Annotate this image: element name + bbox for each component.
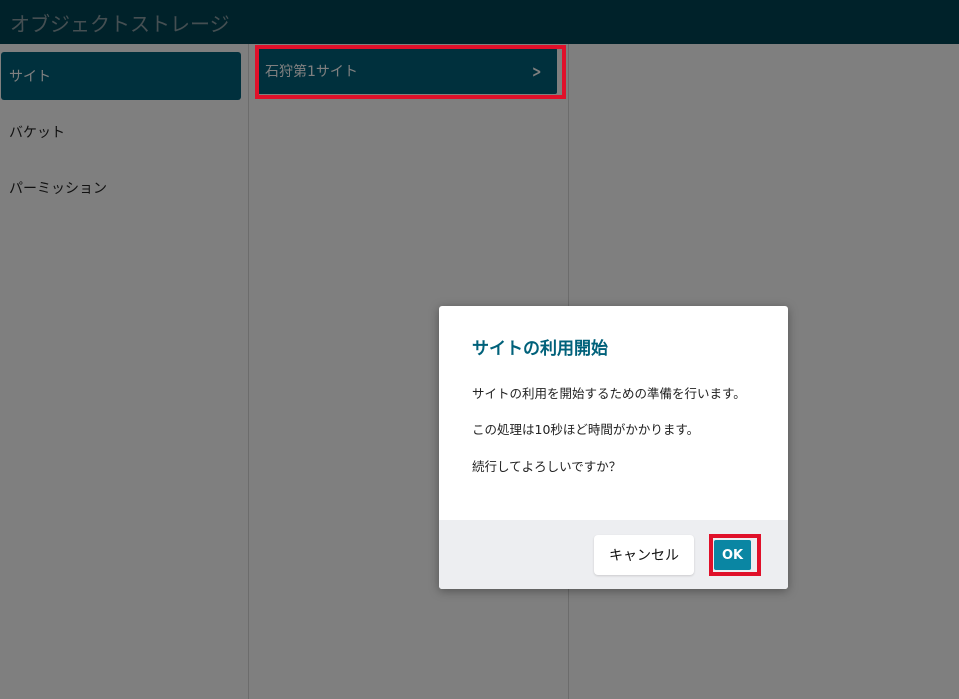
app-window: オブジェクトストレージ サイト バケット パーミッション 石狩第1サイト > サ… xyxy=(0,0,959,699)
dialog-footer: キャンセル OK xyxy=(439,520,788,589)
dialog-message-line: この処理は10秒ほど時間がかかります。 xyxy=(472,422,700,437)
dialog-message-line: 続行してよろしいですか？ xyxy=(472,459,622,474)
cancel-button[interactable]: キャンセル xyxy=(594,535,694,575)
dialog-message-line: サイトの利用を開始するための準備を行います。 xyxy=(472,386,746,401)
dialog-title: サイトの利用開始 xyxy=(472,339,608,359)
ok-button[interactable]: OK xyxy=(714,540,751,570)
start-site-dialog: サイトの利用開始 サイトの利用を開始するための準備を行います。 この処理は10秒… xyxy=(439,306,788,589)
